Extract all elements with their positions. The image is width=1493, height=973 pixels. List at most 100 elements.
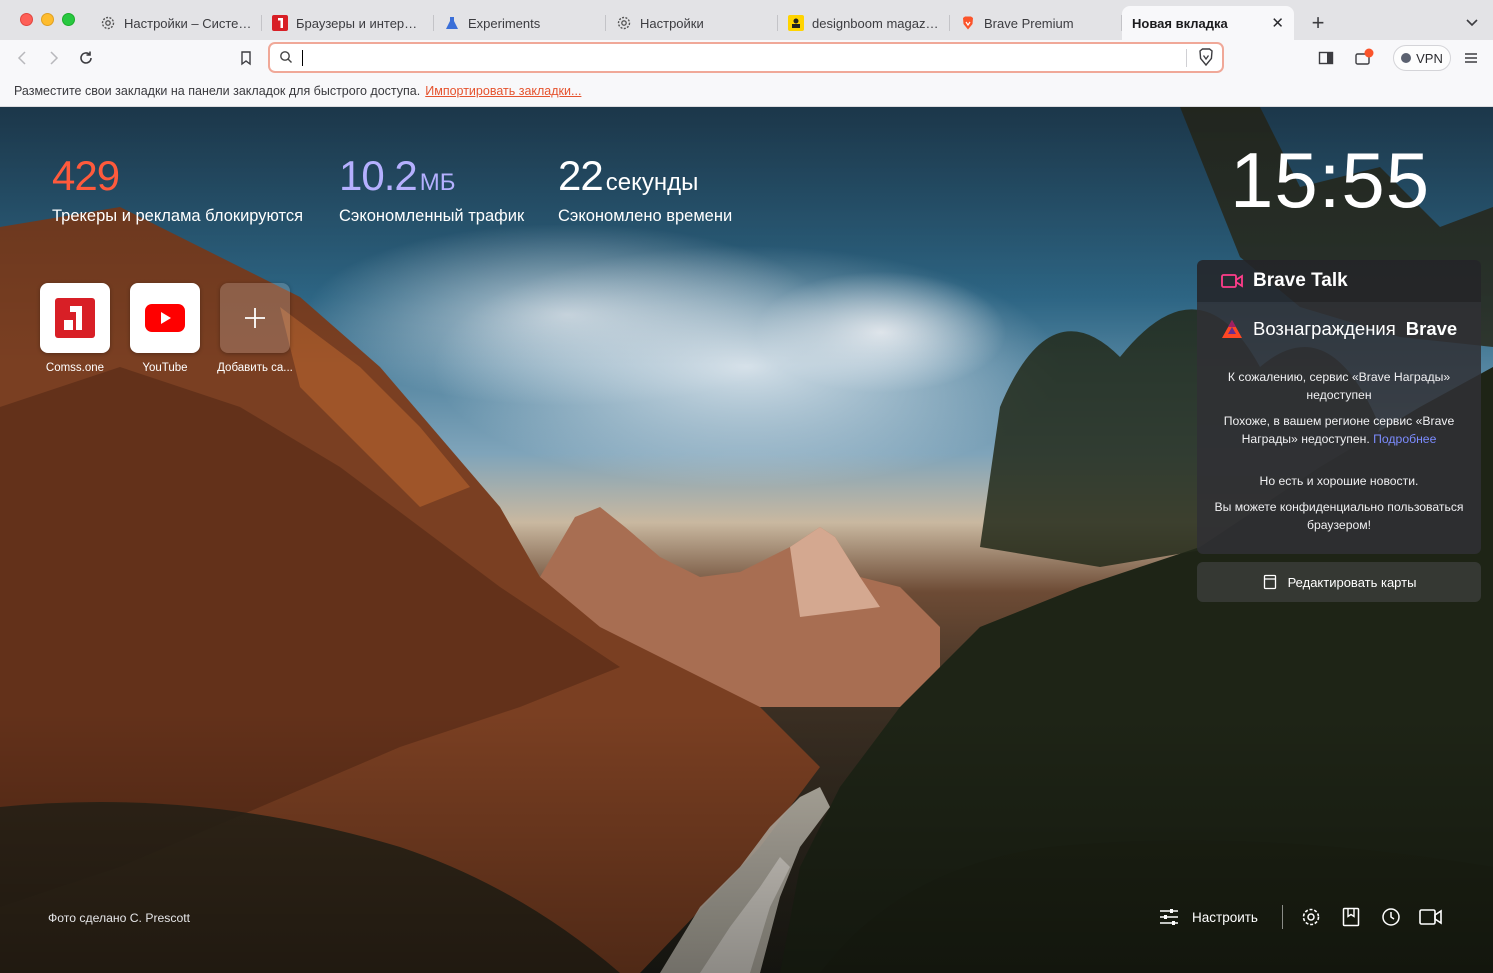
trackers-label: Трекеры и реклама блокируются — [52, 207, 304, 225]
top-site-youtube[interactable]: YouTube — [128, 283, 202, 374]
bat-triangle-icon — [1222, 320, 1242, 338]
video-camera-icon — [1221, 274, 1243, 288]
add-site-tile[interactable] — [220, 283, 290, 353]
sliders-icon — [1160, 909, 1178, 925]
tabs: Настройки – Система Браузеры и интернет…… — [90, 6, 1294, 40]
edit-cards-button[interactable]: Редактировать карты — [1197, 562, 1481, 602]
tab-settings[interactable]: Настройки — [606, 6, 778, 40]
trackers-count: 429 — [52, 152, 120, 199]
back-button[interactable] — [10, 46, 34, 70]
widget-cards: Brave Talk Вознаграждения Brave К сожале… — [1197, 260, 1481, 602]
top-site-comss[interactable]: Comss.one — [38, 283, 112, 374]
brave-talk-icon[interactable] — [1419, 905, 1443, 929]
bookmarks-bar: Разместите свои закладки на панели закла… — [0, 76, 1493, 107]
rewards-private-text: Вы можете конфиденциально пользоваться б… — [1214, 500, 1464, 532]
comss-icon — [55, 298, 95, 338]
brave-lion-icon — [960, 15, 976, 31]
hamburger-menu-icon — [1465, 53, 1477, 63]
stat-time: 22 секунды Сэкономлено времени — [558, 153, 732, 226]
designboom-icon — [788, 15, 804, 31]
wallet-button[interactable] — [1352, 46, 1376, 70]
time-unit: секунды — [605, 169, 699, 196]
top-sites: Comss.one YouTube Добавить са... — [38, 283, 293, 374]
reload-button[interactable] — [74, 46, 98, 70]
history-icon[interactable] — [1379, 905, 1403, 929]
brave-talk-title: Brave Talk — [1253, 270, 1348, 291]
brave-talk-card[interactable]: Brave Talk — [1197, 260, 1481, 302]
tab-comss[interactable]: Браузеры и интернет… — [262, 6, 434, 40]
main-menu-button[interactable] — [1459, 46, 1483, 70]
rewards-more-link[interactable]: Подробнее — [1373, 432, 1436, 446]
import-bookmarks-link[interactable]: Импортировать закладки... — [425, 84, 581, 98]
window-controls — [20, 13, 75, 26]
forward-button[interactable] — [42, 46, 66, 70]
rewards-good-news: Но есть и хорошие новости. — [1259, 474, 1419, 488]
tab-list-chevron-icon[interactable] — [1462, 12, 1482, 32]
tab-designboom[interactable]: designboom magazine — [778, 6, 950, 40]
sidebar-toggle-button[interactable] — [1314, 46, 1338, 70]
back-arrow-icon — [17, 51, 26, 65]
maximize-window-button[interactable] — [62, 13, 75, 26]
tab-title: Настройки – Система — [124, 15, 252, 31]
address-divider — [1186, 49, 1187, 67]
brave-rewards-card: Вознаграждения Brave К сожалению, сервис… — [1197, 302, 1481, 554]
photo-credit[interactable]: Фото сделано C. Prescott — [48, 911, 190, 925]
tab-title: Experiments — [468, 15, 541, 31]
address-input[interactable] — [300, 47, 1180, 69]
rewards-header: Вознаграждения Brave — [1211, 318, 1467, 340]
rewards-title: Вознаграждения — [1253, 318, 1396, 339]
close-window-button[interactable] — [20, 13, 33, 26]
settings-gear-icon[interactable] — [1299, 905, 1323, 929]
gear-icon — [100, 15, 116, 31]
top-site-add[interactable]: Добавить са... — [217, 283, 293, 374]
tab-title: Brave Premium — [984, 15, 1074, 31]
site-name: Добавить са... — [217, 362, 293, 374]
edit-cards-label: Редактировать карты — [1287, 574, 1417, 590]
bookmarks-hint: Разместите свои закладки на панели закла… — [14, 84, 421, 98]
customize-button[interactable]: Настроить — [1158, 907, 1282, 927]
plus-icon — [245, 308, 265, 328]
bottom-divider — [1281, 905, 1283, 929]
rewards-region-block: Похоже, в вашем регионе сервис «Brave На… — [1211, 412, 1467, 448]
tab-settings-system[interactable]: Настройки – Система — [90, 6, 262, 40]
bookmarks-icon[interactable] — [1339, 905, 1363, 929]
tab-title: Настройки — [640, 15, 704, 31]
bookmark-icon — [241, 51, 251, 66]
clock: 15:55 — [1230, 136, 1431, 224]
forward-arrow-icon — [50, 51, 59, 65]
gear-icon — [616, 15, 632, 31]
youtube-icon — [145, 304, 185, 332]
rewards-brand: Brave — [1405, 318, 1458, 339]
comss-icon — [272, 15, 288, 31]
time-value: 22 — [558, 152, 604, 199]
new-tab-page: 429 Трекеры и реклама блокируются 10.2 МБ… — [0, 107, 1493, 973]
close-tab-icon[interactable]: ✕ — [1271, 14, 1284, 32]
reload-icon — [80, 51, 92, 64]
tab-title: designboom magazine — [812, 15, 940, 31]
stat-bandwidth: 10.2 МБ Сэкономленный трафик — [339, 153, 524, 226]
edit-cards-icon — [1263, 574, 1276, 590]
site-tile[interactable] — [40, 283, 110, 353]
vpn-button[interactable]: VPN — [1393, 45, 1451, 71]
tab-brave-premium[interactable]: Brave Premium — [950, 6, 1122, 40]
bandwidth-unit: МБ — [419, 169, 456, 196]
customize-label: Настроить — [1192, 909, 1258, 925]
minimize-window-button[interactable] — [41, 13, 54, 26]
new-tab-button[interactable]: + — [1306, 11, 1330, 35]
bandwidth-label: Сэкономленный трафик — [339, 207, 525, 225]
tab-title: Браузеры и интернет… — [296, 15, 424, 31]
tab-new-tab[interactable]: Новая вкладка ✕ — [1122, 6, 1294, 40]
site-name: Comss.one — [45, 362, 105, 374]
tab-experiments[interactable]: Experiments — [434, 6, 606, 40]
bookmark-button[interactable] — [234, 46, 258, 70]
toolbar: VPN — [0, 40, 1493, 76]
brave-shields-icon[interactable] — [1196, 47, 1216, 72]
site-tile[interactable] — [130, 283, 200, 353]
time-label: Сэкономлено времени — [558, 207, 733, 225]
bottom-toolbar: Настроить — [1158, 901, 1459, 933]
wallet-icon — [1355, 48, 1374, 65]
flask-icon — [444, 15, 460, 31]
bandwidth-value: 10.2 — [339, 152, 418, 199]
sidebar-icon — [1318, 51, 1334, 65]
address-bar[interactable] — [268, 42, 1224, 73]
